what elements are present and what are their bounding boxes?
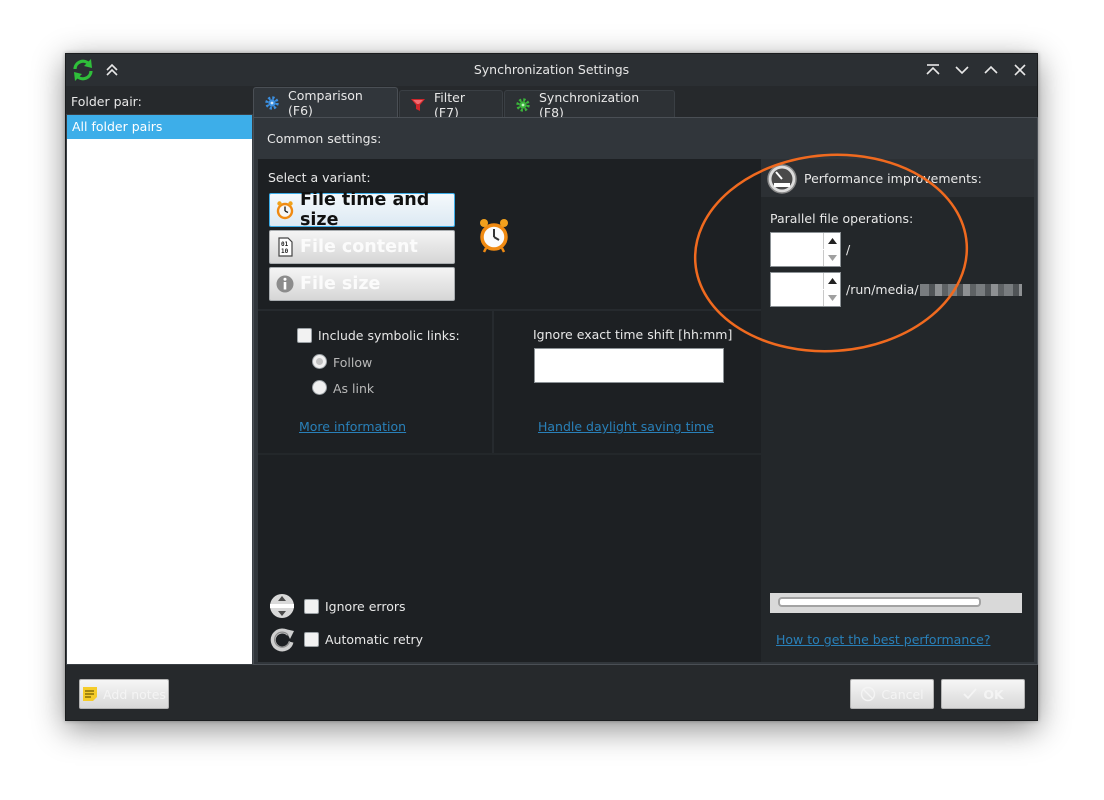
minimize-button[interactable] — [953, 61, 971, 79]
ok-label: OK — [983, 686, 1004, 702]
arrow-up-icon — [827, 278, 837, 284]
as-link-label: As link — [333, 381, 375, 396]
window-title: Synchronization Settings — [473, 62, 630, 77]
add-notes-button[interactable]: Add notes — [79, 679, 169, 709]
tab-comparison[interactable]: Comparison (F6) — [253, 87, 398, 118]
cancel-label: Cancel — [881, 686, 924, 702]
info-icon — [276, 275, 294, 293]
title-bar[interactable]: Synchronization Settings — [66, 54, 1037, 86]
performance-title: Performance improvements: — [804, 171, 982, 186]
parallel-ops-spinbox-media[interactable] — [770, 272, 841, 307]
separator — [258, 453, 761, 455]
spin-down-button[interactable] — [823, 250, 840, 266]
keep-on-top-button[interactable] — [924, 61, 942, 79]
folder-pair-list[interactable]: All folder pairs — [66, 114, 253, 665]
cancel-icon — [861, 686, 876, 702]
time-shift-label: Ignore exact time shift [hh:mm] — [533, 327, 733, 342]
separator — [492, 311, 494, 453]
separator — [258, 309, 761, 311]
variant-label: Select a variant: — [268, 170, 371, 185]
common-settings-label: Common settings: — [267, 131, 382, 146]
performance-header: Performance improvements: — [761, 159, 1034, 197]
cancel-button[interactable]: Cancel — [850, 679, 934, 709]
variant-file-time-size-button[interactable]: File time and size — [269, 190, 455, 230]
best-performance-link[interactable]: How to get the best performance? — [776, 632, 990, 647]
progress-bar-fill — [778, 597, 981, 607]
root-path-label: / — [846, 242, 851, 257]
alarm-clock-icon — [480, 219, 508, 253]
comparison-page: Common settings: Select a variant: File … — [253, 117, 1038, 665]
clock-icon — [276, 201, 294, 220]
tab-synchronization[interactable]: Synchronization (F8) — [504, 89, 675, 120]
variant-file-time-size-label: File time and size — [300, 190, 430, 230]
performance-panel: Performance improvements: Parallel file … — [761, 159, 1034, 662]
ignore-errors-label: Ignore errors — [325, 599, 406, 614]
keep-above-icon[interactable] — [103, 61, 121, 79]
media-path-label: /run/media/ — [846, 282, 919, 297]
svg-text:10: 10 — [281, 248, 289, 255]
svg-text:01: 01 — [281, 241, 289, 248]
ignore-errors-icon — [270, 594, 294, 618]
folder-pair-item-all[interactable]: All folder pairs — [67, 115, 252, 139]
settings-area: Select a variant: File time and size 01 … — [258, 159, 1034, 662]
follow-label: Follow — [333, 355, 373, 370]
add-notes-label: Add notes — [103, 686, 166, 702]
variant-file-content-button[interactable]: 01 10 File content — [269, 230, 455, 264]
sync-app-icon — [73, 59, 93, 81]
folder-pair-label: Folder pair: — [71, 94, 142, 109]
variant-file-size-label: File size — [300, 274, 381, 294]
time-shift-input[interactable] — [534, 348, 724, 383]
as-link-radio[interactable] — [312, 380, 327, 395]
ignore-errors-checkbox[interactable] — [304, 599, 319, 614]
retry-icon — [270, 628, 294, 652]
speedometer-icon — [767, 164, 797, 194]
arrow-down-icon — [827, 295, 837, 301]
automatic-retry-checkbox[interactable] — [304, 632, 319, 647]
spin-down-button[interactable] — [823, 290, 840, 306]
close-button[interactable] — [1011, 61, 1029, 79]
maximize-button[interactable] — [982, 61, 1000, 79]
checkmark-icon — [963, 688, 978, 700]
daylight-saving-link[interactable]: Handle daylight saving time — [538, 419, 714, 434]
spin-up-button[interactable] — [823, 233, 840, 249]
redacted-path-segment — [920, 284, 1022, 296]
progress-bar — [770, 593, 1022, 613]
automatic-retry-label: Automatic retry — [325, 632, 424, 647]
parallel-operations-label: Parallel file operations: — [770, 211, 914, 226]
funnel-icon — [411, 98, 425, 111]
parallel-ops-spinbox-root[interactable] — [770, 232, 841, 267]
gear-icon — [265, 96, 279, 110]
spin-up-button[interactable] — [823, 273, 840, 289]
more-information-link[interactable]: More information — [299, 419, 406, 434]
tab-filter[interactable]: Filter (F7) — [399, 89, 503, 120]
arrow-down-icon — [827, 255, 837, 261]
include-symlinks-checkbox[interactable] — [297, 328, 312, 343]
tab-synchronization-label: Synchronization (F8) — [539, 89, 640, 120]
include-symlinks-label: Include symbolic links: — [318, 328, 460, 343]
arrow-up-icon — [827, 238, 837, 244]
note-icon — [83, 687, 98, 701]
variant-file-size-button[interactable]: File size — [269, 267, 455, 301]
variant-file-content-label: File content — [300, 237, 418, 257]
follow-radio[interactable] — [312, 354, 327, 369]
binary-file-icon: 01 10 — [278, 237, 293, 257]
green-gear-icon — [516, 97, 530, 112]
synchronization-settings-window: Synchronization Settings Folder pair: Al… — [65, 53, 1038, 721]
ok-button[interactable]: OK — [941, 679, 1025, 709]
folder-pair-panel: Folder pair: All folder pairs — [66, 87, 253, 665]
tab-comparison-label: Comparison (F6) — [288, 88, 363, 118]
tab-filter-label: Filter (F7) — [434, 89, 465, 120]
